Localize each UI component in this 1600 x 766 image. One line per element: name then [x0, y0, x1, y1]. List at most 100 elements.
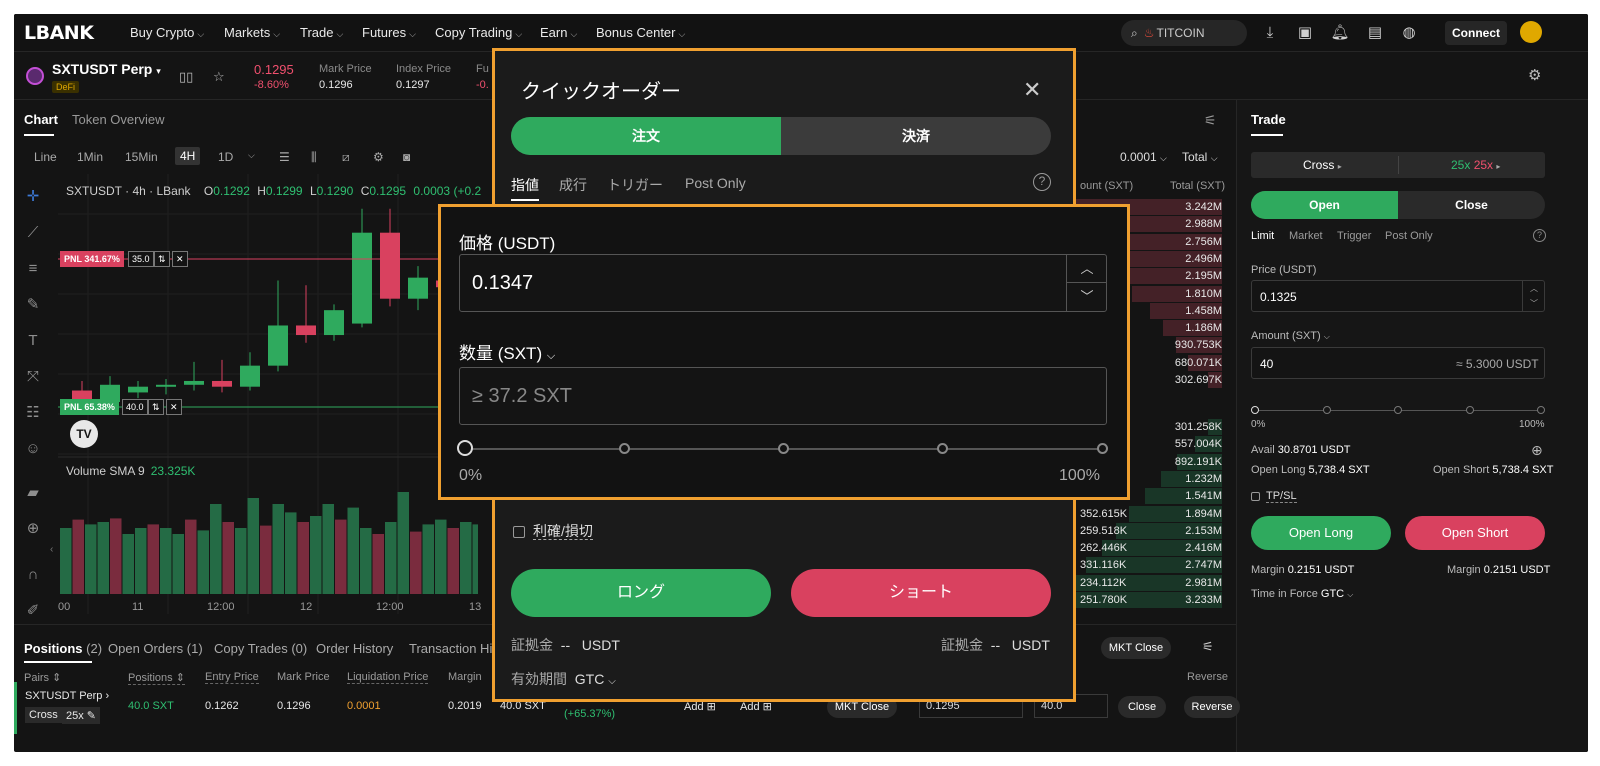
price-increment-button[interactable]: ︿: [1066, 255, 1107, 283]
chart-compare-icon[interactable]: ⧄: [342, 150, 350, 165]
search-input[interactable]: ⌕ ♨ TITCOIN: [1121, 20, 1247, 46]
trendline-icon[interactable]: ⟋: [20, 220, 46, 246]
open-short-button[interactable]: Open Short: [1405, 516, 1545, 550]
tab-copy-trades[interactable]: Copy Trades (0): [214, 641, 307, 656]
brand-logo[interactable]: LBANK: [24, 22, 94, 44]
tpsl-checkbox[interactable]: TP/SL: [1251, 490, 1297, 503]
open-long-button[interactable]: Open Long: [1251, 516, 1391, 550]
filter-settings-icon[interactable]: ⚟: [1202, 639, 1214, 655]
bid-row[interactable]: 262.446K 2.416M: [1074, 540, 1222, 557]
slider-mark[interactable]: [1394, 406, 1402, 414]
slider-mark[interactable]: [1097, 443, 1108, 454]
tpsl-checkbox[interactable]: 利確/損切: [513, 521, 593, 541]
magnet-icon[interactable]: ∩: [20, 562, 46, 588]
slider-mark[interactable]: [1537, 406, 1545, 414]
slider-handle[interactable]: [1251, 406, 1259, 414]
pnl-badge[interactable]: PNL 341.67%: [60, 251, 124, 267]
add-funds-icon[interactable]: ⊕: [1531, 442, 1543, 459]
header-pairs[interactable]: Pairs ⇕: [24, 671, 61, 684]
total-select[interactable]: Total ⌵: [1182, 150, 1218, 164]
tab-transaction-history[interactable]: Transaction His: [409, 641, 499, 656]
close-tab[interactable]: Close: [1398, 191, 1545, 219]
header-positions[interactable]: Positions ⇕: [128, 671, 185, 685]
collapse-arrow-icon[interactable]: ‹: [50, 544, 53, 555]
help-icon[interactable]: ?: [1033, 173, 1051, 191]
slider-mark[interactable]: [778, 443, 789, 454]
order-type-market[interactable]: 成行: [559, 175, 587, 195]
price-input[interactable]: 0.1325 ︿ ﹀: [1251, 280, 1545, 312]
nav-futures[interactable]: Futures ⌵: [362, 25, 416, 40]
amount-slider[interactable]: [1251, 406, 1545, 414]
order-type-post-only[interactable]: Post Only: [685, 175, 746, 191]
nav-trade[interactable]: Trade ⌵: [300, 25, 343, 40]
margin-mode-button[interactable]: Cross ▸: [1303, 158, 1342, 172]
tab-order-history[interactable]: Order History: [316, 641, 393, 656]
bid-row[interactable]: 251.780K 3.233M: [1074, 592, 1222, 609]
fib-icon[interactable]: ☷: [20, 400, 46, 426]
crosshair-icon[interactable]: ✛: [20, 184, 46, 210]
reverse-icon[interactable]: ⇅: [154, 251, 170, 267]
nav-bonus-center[interactable]: Bonus Center ⌵: [596, 25, 685, 40]
close-icon[interactable]: ✕: [166, 399, 182, 415]
order-type-trigger[interactable]: Trigger: [1337, 230, 1371, 242]
close-icon[interactable]: ✕: [172, 251, 188, 267]
settings-gear-icon[interactable]: ⚙: [1528, 66, 1541, 84]
tab-chart[interactable]: Chart: [24, 112, 58, 127]
price-stepper[interactable]: ︿ ﹀: [1522, 281, 1545, 311]
bid-row[interactable]: 352.615K 1.894M: [1074, 506, 1222, 523]
nav-markets[interactable]: Markets ⌵: [224, 25, 280, 40]
tab-settle[interactable]: 決済: [781, 117, 1051, 155]
position-close-button[interactable]: Close: [1118, 696, 1166, 718]
interval-15min[interactable]: 15Min: [125, 150, 158, 164]
chart-settings-icon[interactable]: ⚙: [373, 150, 384, 164]
wallet-icon[interactable]: ▣: [1295, 23, 1315, 43]
position-leverage[interactable]: 25x ✎: [62, 707, 101, 724]
nav-earn[interactable]: Earn ⌵: [540, 25, 577, 40]
reverse-icon[interactable]: ⇅: [148, 399, 164, 415]
price-input[interactable]: 0.1347 ︿ ﹀: [459, 254, 1107, 312]
ruler-icon[interactable]: ▰: [20, 480, 46, 506]
order-type-limit[interactable]: 指値: [511, 175, 539, 195]
brush-icon[interactable]: ✎: [20, 292, 46, 318]
indicator-icon[interactable]: ☰: [279, 150, 290, 164]
tab-open-orders[interactable]: Open Orders (1): [108, 641, 203, 656]
connect-button[interactable]: Connect: [1445, 21, 1507, 45]
price-decrement-button[interactable]: ﹀: [1066, 283, 1107, 311]
slider-mark[interactable]: [937, 443, 948, 454]
long-button[interactable]: ロング: [511, 569, 771, 617]
validity-select[interactable]: 有効期間 GTC ⌵: [511, 669, 616, 689]
order-type-post-only[interactable]: Post Only: [1385, 230, 1433, 242]
amount-input[interactable]: 40 ≈ 5.3000 USDT: [1251, 347, 1545, 379]
interval-1min[interactable]: 1Min: [77, 150, 103, 164]
position-pair[interactable]: SXTUSDT Perp ›: [25, 690, 109, 702]
help-icon[interactable]: ?: [1533, 229, 1546, 242]
bid-row[interactable]: 259.518K 2.153M: [1074, 523, 1222, 540]
interval-1d[interactable]: 1D: [218, 150, 233, 164]
price-chart[interactable]: [58, 174, 478, 624]
slider-mark[interactable]: [619, 443, 630, 454]
emoji-icon[interactable]: ☺: [20, 436, 46, 462]
quantity-label[interactable]: 数量 (SXT) ⌵: [459, 339, 555, 364]
slider-handle[interactable]: [457, 440, 473, 456]
bid-row[interactable]: 331.116K 2.747M: [1074, 557, 1222, 574]
tradingview-logo[interactable]: TV: [70, 420, 98, 448]
time-in-force-select[interactable]: Time in Force GTC ⌵: [1251, 588, 1353, 600]
nav-copy-trading[interactable]: Copy Trading ⌵: [435, 25, 522, 40]
order-type-market[interactable]: Market: [1289, 230, 1323, 242]
close-icon[interactable]: ✕: [1023, 77, 1041, 103]
tab-positions[interactable]: Positions (2): [24, 641, 102, 656]
book-icon[interactable]: ▯▯: [179, 69, 193, 85]
orders-icon[interactable]: ▤: [1365, 23, 1385, 43]
short-button[interactable]: ショート: [791, 569, 1051, 617]
pattern-icon[interactable]: ⤧: [20, 364, 46, 390]
slider-mark[interactable]: [1466, 406, 1474, 414]
candle-type-icon[interactable]: ⫼: [311, 150, 317, 165]
amount-label[interactable]: Amount (SXT) ⌵: [1251, 330, 1330, 342]
tab-order[interactable]: 注文: [511, 117, 781, 155]
chevron-down-icon[interactable]: ⌵: [248, 150, 255, 161]
pair-selector[interactable]: SXTUSDT Perp ▾: [52, 61, 161, 77]
camera-icon[interactable]: ◙: [403, 150, 410, 164]
position-reverse-button[interactable]: Reverse: [1184, 696, 1240, 718]
interval-line[interactable]: Line: [34, 150, 57, 164]
tab-token-overview[interactable]: Token Overview: [72, 112, 164, 127]
